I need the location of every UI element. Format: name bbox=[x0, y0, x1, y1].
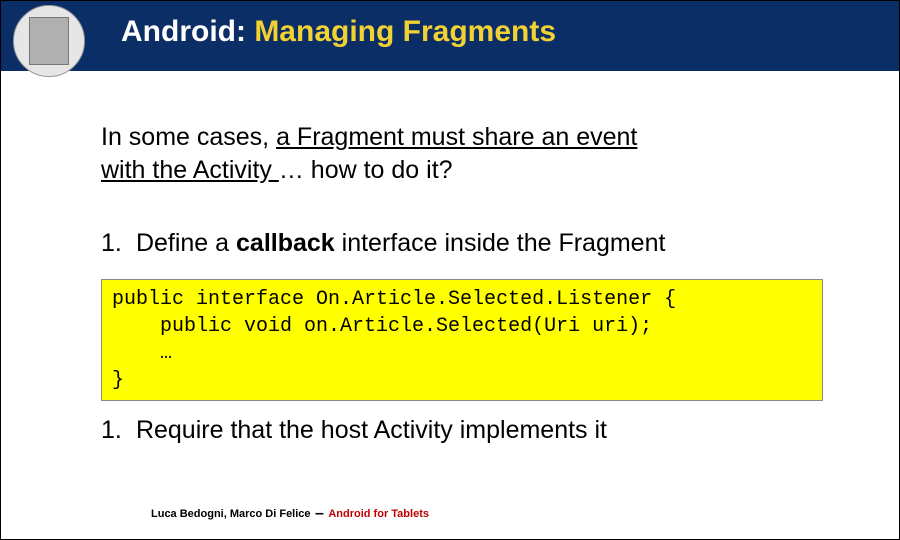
footer-dash: – bbox=[311, 505, 329, 522]
code-line-3: … bbox=[112, 342, 172, 365]
intro-underline-2: with the Activity bbox=[101, 156, 279, 184]
bullet-pre-1: Define a bbox=[129, 229, 236, 257]
bullet-bold-1: callback bbox=[236, 229, 335, 257]
university-seal-logo bbox=[13, 5, 85, 77]
bullet-number-2: 1. bbox=[101, 416, 129, 445]
code-line-4: } bbox=[112, 369, 124, 392]
slide: Android: Managing Fragments In some case… bbox=[0, 0, 900, 540]
intro-plain-2: … how to do it? bbox=[279, 156, 453, 184]
footer-course: Android for Tablets bbox=[328, 508, 429, 520]
seal-inner-icon bbox=[29, 17, 69, 65]
bullet-text-2: Require that the host Activity implement… bbox=[129, 416, 607, 444]
title-text-1: Android: bbox=[121, 15, 254, 48]
footer: Luca Bedogni, Marco Di Felice – Android … bbox=[151, 505, 429, 523]
bullet-point-1: 1. Define a callback interface inside th… bbox=[101, 229, 841, 258]
intro-underline-1: a Fragment must share an event bbox=[276, 123, 637, 151]
code-line-1: public interface On.Article.Selected.Lis… bbox=[112, 288, 676, 311]
intro-plain-1: In some cases, bbox=[101, 123, 276, 151]
bullet-post-1: interface inside the Fragment bbox=[335, 229, 666, 257]
bullet-number-1: 1. bbox=[101, 229, 129, 258]
code-block: public interface On.Article.Selected.Lis… bbox=[101, 279, 823, 401]
bullet-point-2: 1. Require that the host Activity implem… bbox=[101, 416, 841, 445]
intro-text: In some cases, a Fragment must share an … bbox=[101, 121, 821, 186]
code-line-2: public void on.Article.Selected(Uri uri)… bbox=[112, 315, 652, 338]
slide-title: Android: Managing Fragments bbox=[121, 15, 556, 49]
footer-authors: Luca Bedogni, Marco Di Felice bbox=[151, 508, 311, 520]
title-text-2: Managing Fragments bbox=[254, 15, 556, 48]
